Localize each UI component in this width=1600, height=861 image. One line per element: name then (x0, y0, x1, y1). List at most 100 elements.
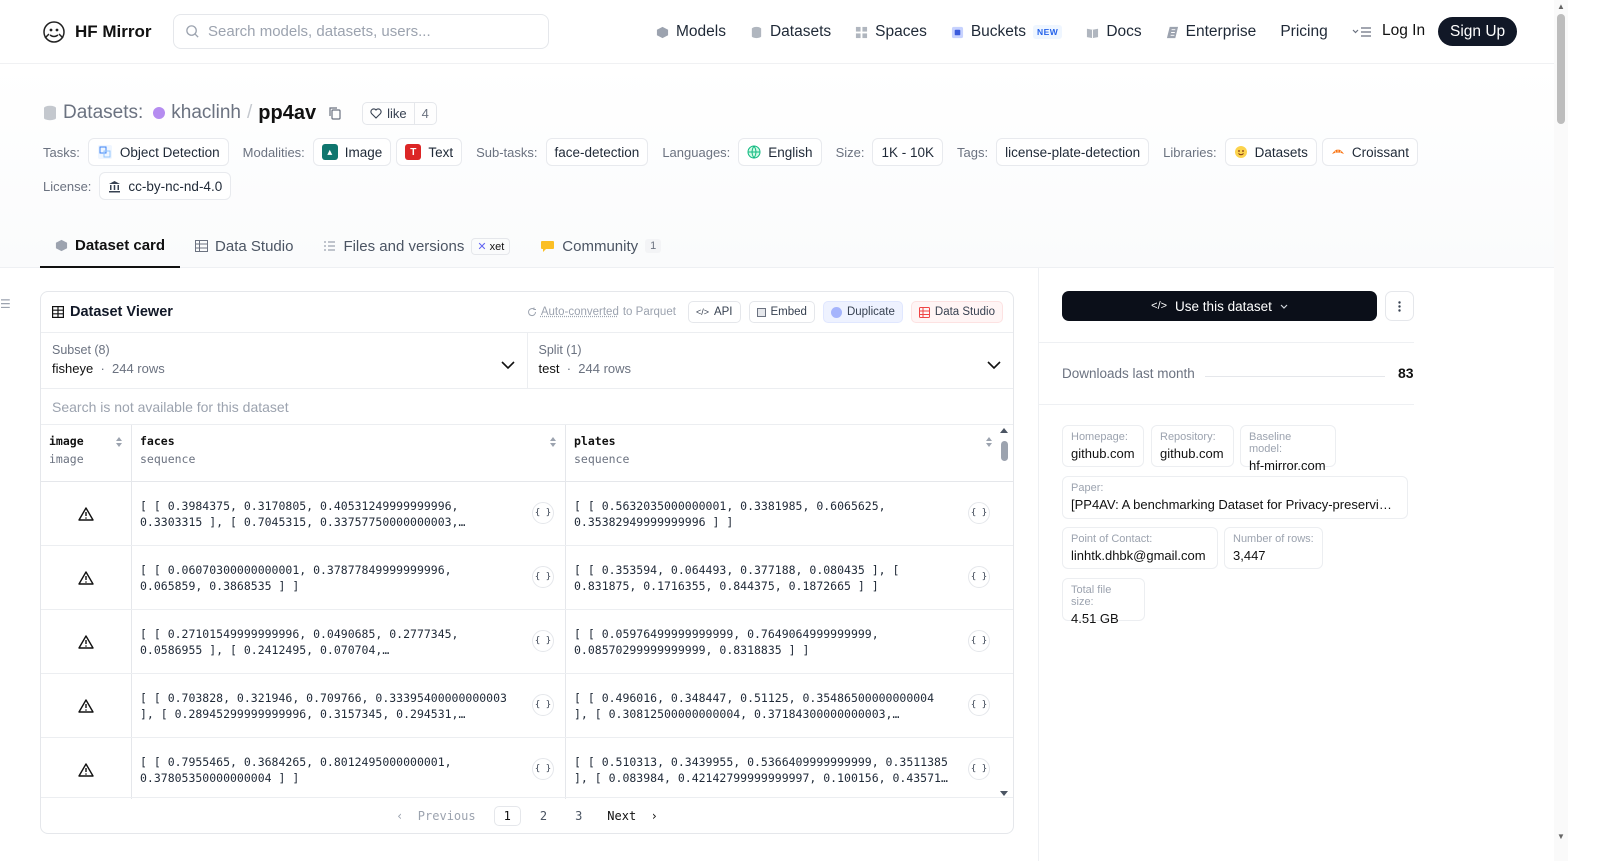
expand-json-button[interactable]: { } (968, 566, 990, 588)
tab-dataset-card[interactable]: Dataset card (40, 225, 181, 268)
data-studio-button[interactable]: Data Studio (910, 301, 1003, 323)
sidebar-toggle-icon[interactable]: ☰ (0, 297, 11, 311)
copy-icon[interactable] (328, 106, 342, 120)
plates-cell[interactable]: [ [ 0.510313, 0.3439955, 0.5366409999999… (565, 738, 1001, 799)
page-3-button[interactable]: 3 (566, 807, 591, 825)
plates-cell[interactable]: [ [ 0.496016, 0.348447, 0.51125, 0.35486… (565, 674, 1001, 737)
page-2-button[interactable]: 2 (531, 807, 556, 825)
faces-cell[interactable]: [ [ 0.7955465, 0.3684265, 0.801249500000… (131, 738, 565, 799)
column-header-image[interactable]: image image (41, 425, 131, 481)
tag-english[interactable]: English (738, 138, 822, 166)
grid-scrollbar[interactable] (999, 425, 1009, 799)
nav-docs[interactable]: Docs (1086, 23, 1142, 41)
use-this-dataset-button[interactable]: </> Use this dataset (1062, 291, 1377, 321)
repo-name[interactable]: pp4av (258, 102, 316, 125)
tag-license-plate-detection[interactable]: license-plate-detection (996, 138, 1150, 166)
like-count: 4 (413, 102, 436, 124)
brand-link[interactable]: HF Mirror (42, 20, 152, 44)
split-select[interactable]: Split (1) test · 244 rows (526, 333, 1014, 388)
grid-scroll-thumb[interactable] (1001, 441, 1008, 461)
image-cell[interactable] (41, 546, 131, 609)
nav-datasets-label: Datasets (769, 23, 832, 40)
search-input[interactable] (208, 23, 528, 40)
nav-spaces[interactable]: Spaces (855, 23, 927, 41)
meta-paper[interactable]: Paper: [PP4AV: A benchmarking Dataset fo… (1062, 476, 1408, 519)
embed-button[interactable]: Embed (748, 301, 815, 323)
api-label: API (713, 306, 733, 318)
expand-json-button[interactable]: { } (532, 758, 554, 780)
tag-license[interactable]: cc-by-nc-nd-4.0 (99, 172, 232, 200)
faces-cell[interactable]: [ [ 0.703828, 0.321946, 0.709766, 0.3339… (131, 674, 565, 737)
image-cell[interactable] (41, 482, 131, 545)
sort-icon[interactable] (115, 436, 123, 448)
page-1-button[interactable]: 1 (493, 805, 521, 826)
subset-select[interactable]: Subset (8) fisheye · 244 rows (41, 333, 527, 388)
nav-more-menu[interactable] (1352, 26, 1372, 38)
previous-page-button[interactable]: ‹ Previous (396, 809, 475, 823)
expand-json-button[interactable]: { } (532, 566, 554, 588)
tab-community[interactable]: Community 1 (525, 225, 676, 267)
meta-point-of-contact[interactable]: Point of Contact: linhtk.dhbk@gmail.com (1062, 527, 1218, 569)
more-options-button[interactable] (1385, 291, 1414, 321)
signup-button[interactable]: Sign Up (1438, 17, 1518, 46)
tab-files-and-versions[interactable]: Files and versions ✕ xet (308, 225, 525, 267)
expand-json-button[interactable]: { } (968, 694, 990, 716)
sort-icon[interactable] (549, 436, 557, 448)
auto-converted-link[interactable]: Auto-converted (541, 306, 619, 318)
page-scroll-up-icon[interactable]: ▲ (1557, 2, 1565, 11)
split-value: test (538, 361, 560, 376)
nav-pricing[interactable]: Pricing (1280, 23, 1327, 41)
plates-cell[interactable]: [ [ 0.05976499999999999, 0.7649064999999… (565, 610, 1001, 673)
nav-enterprise[interactable]: Enterprise (1166, 23, 1256, 41)
nav-datasets[interactable]: Datasets (750, 23, 831, 41)
column-header-plates[interactable]: plates sequence (565, 425, 1001, 481)
column-name: plates (574, 434, 616, 448)
plates-cell[interactable]: [ [ 0.353594, 0.064493, 0.377188, 0.0804… (565, 546, 1001, 609)
faces-cell[interactable]: [ [ 0.27101549999999996, 0.0490685, 0.27… (131, 610, 565, 673)
page-scroll-thumb[interactable] (1557, 14, 1565, 124)
tag-text[interactable]: T Text (396, 138, 463, 166)
plates-cell[interactable]: [ [ 0.5632035000000001, 0.3381985, 0.606… (565, 482, 1001, 545)
expand-json-button[interactable]: { } (968, 758, 990, 780)
sort-icon[interactable] (985, 436, 993, 448)
tag-croissant[interactable]: Croissant (1321, 138, 1418, 166)
page-scroll-down-icon[interactable]: ▼ (1557, 832, 1565, 841)
api-button[interactable]: </> API (687, 301, 741, 323)
duplicate-button[interactable]: Duplicate (822, 301, 903, 323)
meta-key: Baseline model: (1249, 431, 1292, 455)
data-studio-label: Data Studio (934, 306, 995, 318)
page-scrollbar[interactable]: ▲ ▼ (1554, 0, 1568, 861)
faces-cell[interactable]: [ [ 0.3984375, 0.3170805, 0.405312499999… (131, 482, 565, 545)
like-button[interactable]: like 4 (362, 101, 437, 125)
faces-cell[interactable]: [ [ 0.06070300000000001, 0.3787784999999… (131, 546, 565, 609)
scroll-up-icon[interactable] (999, 427, 1009, 435)
tag-image[interactable]: ▴ Image (312, 138, 392, 166)
meta-baseline-model[interactable]: Baseline model: hf-mirror.com (1240, 425, 1336, 473)
login-link[interactable]: Log In (1382, 22, 1425, 40)
meta-homepage[interactable]: Homepage: github.com (1062, 425, 1144, 467)
tag-size[interactable]: 1K - 10K (872, 138, 943, 166)
expand-json-button[interactable]: { } (532, 502, 554, 524)
expand-json-button[interactable]: { } (532, 630, 554, 652)
nav-buckets[interactable]: Buckets NEW (951, 23, 1063, 41)
tag-object-detection[interactable]: Object Detection (87, 138, 229, 166)
meta-key: Number of rows: (1233, 533, 1314, 545)
image-cell[interactable] (41, 610, 131, 673)
next-page-button[interactable]: Next › (607, 809, 658, 823)
global-search[interactable] (173, 14, 549, 49)
nav-models[interactable]: Models (656, 23, 726, 41)
expand-json-button[interactable]: { } (968, 630, 990, 652)
owner-link[interactable]: khaclinh (171, 102, 241, 124)
embed-label: Embed (770, 306, 807, 318)
expand-json-button[interactable]: { } (532, 694, 554, 716)
scroll-down-icon[interactable] (999, 789, 1009, 797)
column-header-faces[interactable]: faces sequence (131, 425, 565, 481)
tag-datasets-lib[interactable]: Datasets (1224, 138, 1317, 166)
tab-data-studio[interactable]: Data Studio (180, 225, 308, 267)
image-cell[interactable] (41, 738, 131, 799)
expand-json-button[interactable]: { } (968, 502, 990, 524)
meta-repository[interactable]: Repository: github.com (1151, 425, 1234, 467)
image-cell[interactable] (41, 674, 131, 737)
tag-face-detection[interactable]: face-detection (545, 138, 649, 166)
downloads-value: 83 (1398, 365, 1414, 381)
